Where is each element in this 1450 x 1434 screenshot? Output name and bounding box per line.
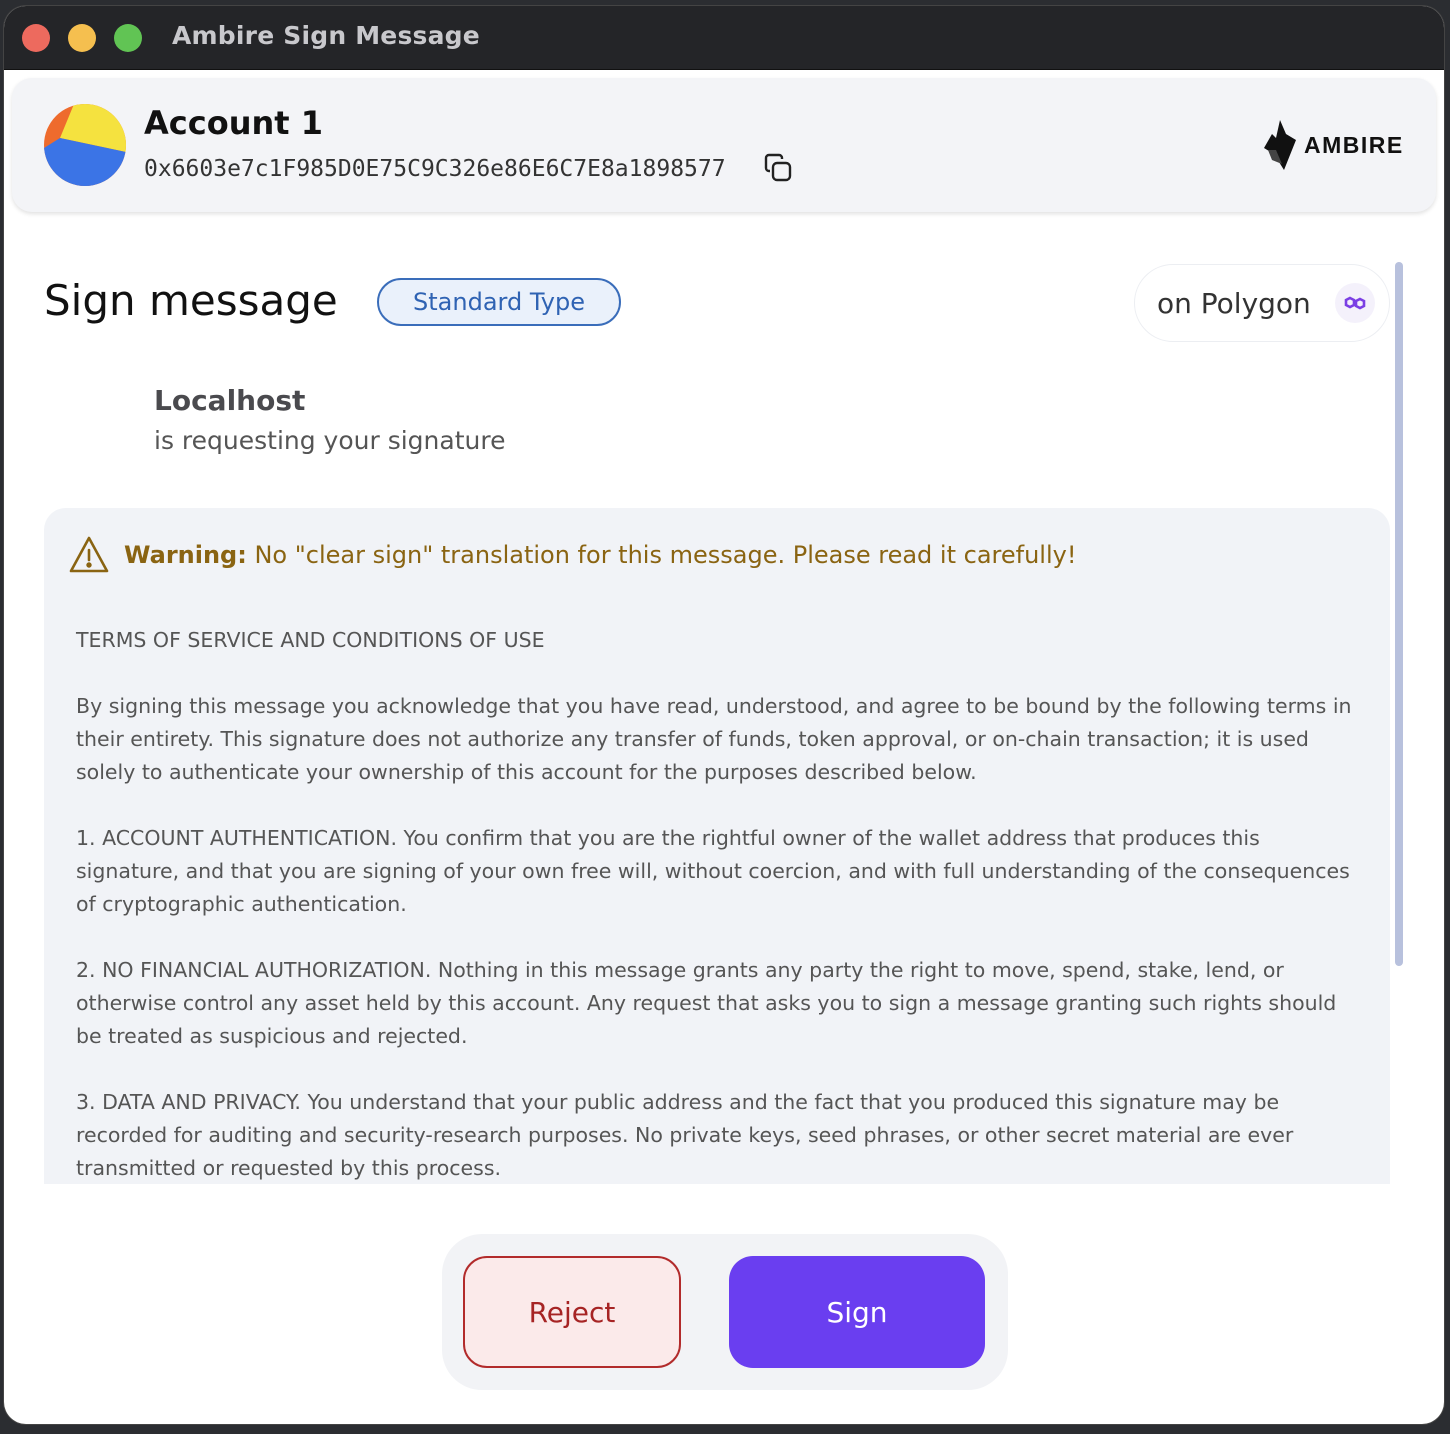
network-label: on Polygon	[1157, 286, 1311, 320]
message-type-badge: Standard Type	[377, 278, 621, 326]
account-header: Account 1 0x6603e7c1F985D0E75C9C326e86E6…	[12, 78, 1436, 212]
message-content: TERMS OF SERVICE AND CONDITIONS OF USE B…	[76, 624, 1366, 1184]
message-scrollbar[interactable]	[1395, 262, 1403, 966]
request-origin: Localhost	[154, 384, 306, 417]
brand-name: AMBIRE	[1304, 131, 1404, 158]
account-name: Account 1	[144, 104, 323, 142]
ambire-logo: AMBIRE	[1262, 120, 1404, 170]
warning-message: No "clear sign" translation for this mes…	[246, 541, 1077, 569]
account-address: 0x6603e7c1F985D0E75C9C326e86E6C7E8a18985…	[144, 156, 726, 182]
copy-icon[interactable]	[762, 152, 794, 184]
network-indicator: on Polygon	[1134, 264, 1390, 342]
warning-triangle-icon	[69, 536, 109, 573]
account-avatar	[44, 104, 126, 186]
message-paragraph: 3. DATA AND PRIVACY. You understand that…	[76, 1090, 1294, 1180]
sign-button[interactable]: Sign	[729, 1256, 985, 1368]
close-window-button[interactable]	[22, 24, 50, 52]
warning-banner: Warning: No "clear sign" translation for…	[68, 534, 1076, 576]
page-title: Sign message	[44, 276, 338, 325]
warning-label: Warning:	[124, 541, 247, 569]
message-paragraph: TERMS OF SERVICE AND CONDITIONS OF USE	[76, 628, 545, 652]
ambire-logo-icon	[1264, 120, 1296, 170]
action-bar: Reject Sign	[442, 1234, 1008, 1390]
message-paragraph: By signing this message you acknowledge …	[76, 694, 1352, 784]
message-paragraph: 1. ACCOUNT AUTHENTICATION. You confirm t…	[76, 826, 1350, 916]
maximize-window-button[interactable]	[114, 24, 142, 52]
window-title: Ambire Sign Message	[172, 21, 480, 50]
warning-text: Warning: No "clear sign" translation for…	[124, 541, 1076, 569]
message-paragraph: 2. NO FINANCIAL AUTHORIZATION. Nothing i…	[76, 958, 1337, 1048]
reject-button[interactable]: Reject	[463, 1256, 681, 1368]
message-panel: Warning: No "clear sign" translation for…	[44, 508, 1390, 1184]
request-text: is requesting your signature	[154, 426, 506, 455]
polygon-icon	[1335, 283, 1375, 323]
title-bar: Ambire Sign Message	[4, 6, 1444, 70]
app-window: Ambire Sign Message Account 1 0x6603e7c1…	[4, 6, 1444, 1424]
minimize-window-button[interactable]	[68, 24, 96, 52]
